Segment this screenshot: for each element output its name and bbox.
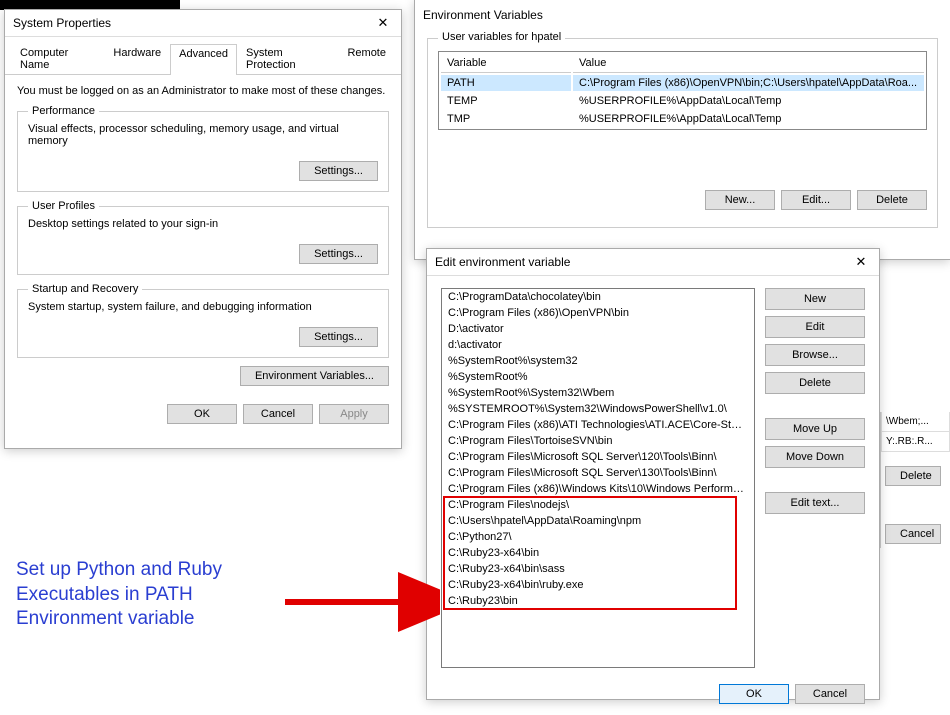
tab-computer-name[interactable]: Computer Name [11, 43, 104, 74]
list-item[interactable]: C:\Ruby23-x64\bin\ruby.exe [442, 577, 754, 593]
titlebar: System Properties ✕ [5, 10, 401, 37]
side-buttons: New Edit Browse... Delete Move Up Move D… [765, 288, 865, 668]
move-down-button[interactable]: Move Down [765, 446, 865, 468]
annotation-line: Environment variable [16, 607, 222, 632]
path-list[interactable]: C:\ProgramData\chocolatey\binC:\Program … [441, 288, 755, 668]
list-item[interactable]: D:\activator [442, 321, 754, 337]
startup-desc: System startup, system failure, and debu… [28, 301, 378, 313]
user-profiles-desc: Desktop settings related to your sign-in [28, 218, 378, 230]
startup-group: Startup and Recovery System startup, sys… [17, 283, 389, 358]
edit-env-var-dialog: Edit environment variable ✕ C:\ProgramDa… [426, 248, 880, 700]
performance-desc: Visual effects, processor scheduling, me… [28, 123, 378, 147]
environment-variables-button[interactable]: Environment Variables... [240, 366, 389, 386]
delete-button[interactable]: Delete [765, 372, 865, 394]
cancel-button[interactable]: Cancel [243, 404, 313, 424]
list-item[interactable]: %SystemRoot% [442, 369, 754, 385]
startup-legend: Startup and Recovery [28, 283, 142, 295]
list-item[interactable]: C:\Users\hpatel\AppData\Roaming\npm [442, 513, 754, 529]
list-item[interactable]: C:\Program Files\nodejs\ [442, 497, 754, 513]
annotation-text: Set up Python and Ruby Executables in PA… [16, 558, 222, 632]
dialog-body: User variables for hpatel Variable Value… [415, 26, 950, 240]
dialog-body: You must be logged on as an Administrato… [5, 75, 401, 434]
tab-remote[interactable]: Remote [338, 43, 395, 74]
system-vars-fragment: \Wbem;... Y:.RB:.R... Delete Cancel [880, 412, 950, 548]
user-vars-label: User variables for hpatel [438, 31, 565, 43]
ok-button[interactable]: OK [167, 404, 237, 424]
environment-variables-dialog: Environment Variables User variables for… [414, 0, 950, 260]
sys-frag-row: Y:.RB:.R... [881, 432, 950, 452]
cancel-button[interactable]: Cancel [885, 524, 941, 544]
list-item[interactable]: C:\Program Files (x86)\OpenVPN\bin [442, 305, 754, 321]
col-value[interactable]: Value [573, 54, 924, 73]
table-row[interactable]: TEMP%USERPROFILE%\AppData\Local\Temp [441, 93, 924, 109]
annotation-line: Executables in PATH [16, 583, 222, 608]
move-up-button[interactable]: Move Up [765, 418, 865, 440]
tab-advanced[interactable]: Advanced [170, 44, 237, 75]
table-row[interactable]: TMP%USERPROFILE%\AppData\Local\Temp [441, 111, 924, 127]
annotation-line: Set up Python and Ruby [16, 558, 222, 583]
list-item[interactable]: C:\Python27\ [442, 529, 754, 545]
new-button[interactable]: New [765, 288, 865, 310]
table-row[interactable]: PATHC:\Program Files (x86)\OpenVPN\bin;C… [441, 75, 924, 91]
list-item[interactable]: C:\Program Files\TortoiseSVN\bin [442, 433, 754, 449]
dialog-title: System Properties [13, 16, 111, 30]
delete-button[interactable]: Delete [885, 466, 941, 486]
edit-text-button[interactable]: Edit text... [765, 492, 865, 514]
delete-button[interactable]: Delete [857, 190, 927, 210]
list-item[interactable]: d:\activator [442, 337, 754, 353]
cell-var: PATH [441, 75, 571, 91]
user-profiles-legend: User Profiles [28, 200, 99, 212]
dialog-title: Edit environment variable [435, 255, 570, 269]
new-button[interactable]: New... [705, 190, 775, 210]
dialog-body: C:\ProgramData\chocolatey\binC:\Program … [427, 276, 879, 678]
user-vars-group: User variables for hpatel Variable Value… [427, 38, 938, 228]
titlebar: Environment Variables [415, 0, 950, 26]
list-item[interactable]: %SystemRoot%\system32 [442, 353, 754, 369]
performance-group: Performance Visual effects, processor sc… [17, 105, 389, 192]
ok-button[interactable]: OK [719, 684, 789, 704]
cell-var: TMP [441, 111, 571, 127]
cell-val: %USERPROFILE%\AppData\Local\Temp [573, 93, 924, 109]
close-icon[interactable]: ✕ [851, 253, 871, 271]
user-profiles-group: User Profiles Desktop settings related t… [17, 200, 389, 275]
performance-settings-button[interactable]: Settings... [299, 161, 378, 181]
edit-button[interactable]: Edit [765, 316, 865, 338]
intro-text: You must be logged on as an Administrato… [17, 85, 389, 97]
arrow-icon [280, 572, 440, 632]
list-item[interactable]: C:\Ruby23-x64\bin\sass [442, 561, 754, 577]
list-item[interactable]: C:\Ruby23-x64\bin [442, 545, 754, 561]
sys-frag-row: \Wbem;... [881, 412, 950, 432]
list-item[interactable]: %SystemRoot%\System32\Wbem [442, 385, 754, 401]
list-item[interactable]: %SYSTEMROOT%\System32\WindowsPowerShell\… [442, 401, 754, 417]
cell-val: %USERPROFILE%\AppData\Local\Temp [573, 111, 924, 127]
system-properties-dialog: System Properties ✕ Computer Name Hardwa… [4, 9, 402, 449]
dialog-title: Environment Variables [423, 8, 543, 22]
list-item[interactable]: C:\Ruby23\bin [442, 593, 754, 609]
tab-hardware[interactable]: Hardware [104, 43, 170, 74]
titlebar: Edit environment variable ✕ [427, 249, 879, 276]
tab-system-protection[interactable]: System Protection [237, 43, 338, 74]
browse-button[interactable]: Browse... [765, 344, 865, 366]
list-item[interactable]: C:\ProgramData\chocolatey\bin [442, 289, 754, 305]
cell-val: C:\Program Files (x86)\OpenVPN\bin;C:\Us… [573, 75, 924, 91]
close-icon[interactable]: ✕ [373, 14, 393, 32]
list-item[interactable]: C:\Program Files\Microsoft SQL Server\13… [442, 465, 754, 481]
list-item[interactable]: C:\Program Files (x86)\ATI Technologies\… [442, 417, 754, 433]
list-item[interactable]: C:\Program Files\Microsoft SQL Server\12… [442, 449, 754, 465]
apply-button[interactable]: Apply [319, 404, 389, 424]
cell-var: TEMP [441, 93, 571, 109]
startup-settings-button[interactable]: Settings... [299, 327, 378, 347]
tabs: Computer Name Hardware Advanced System P… [5, 37, 401, 75]
user-vars-table[interactable]: Variable Value PATHC:\Program Files (x86… [438, 51, 927, 130]
col-variable[interactable]: Variable [441, 54, 571, 73]
list-item[interactable]: C:\Program Files (x86)\Windows Kits\10\W… [442, 481, 754, 497]
user-profiles-settings-button[interactable]: Settings... [299, 244, 378, 264]
performance-legend: Performance [28, 105, 99, 117]
edit-button[interactable]: Edit... [781, 190, 851, 210]
cancel-button[interactable]: Cancel [795, 684, 865, 704]
